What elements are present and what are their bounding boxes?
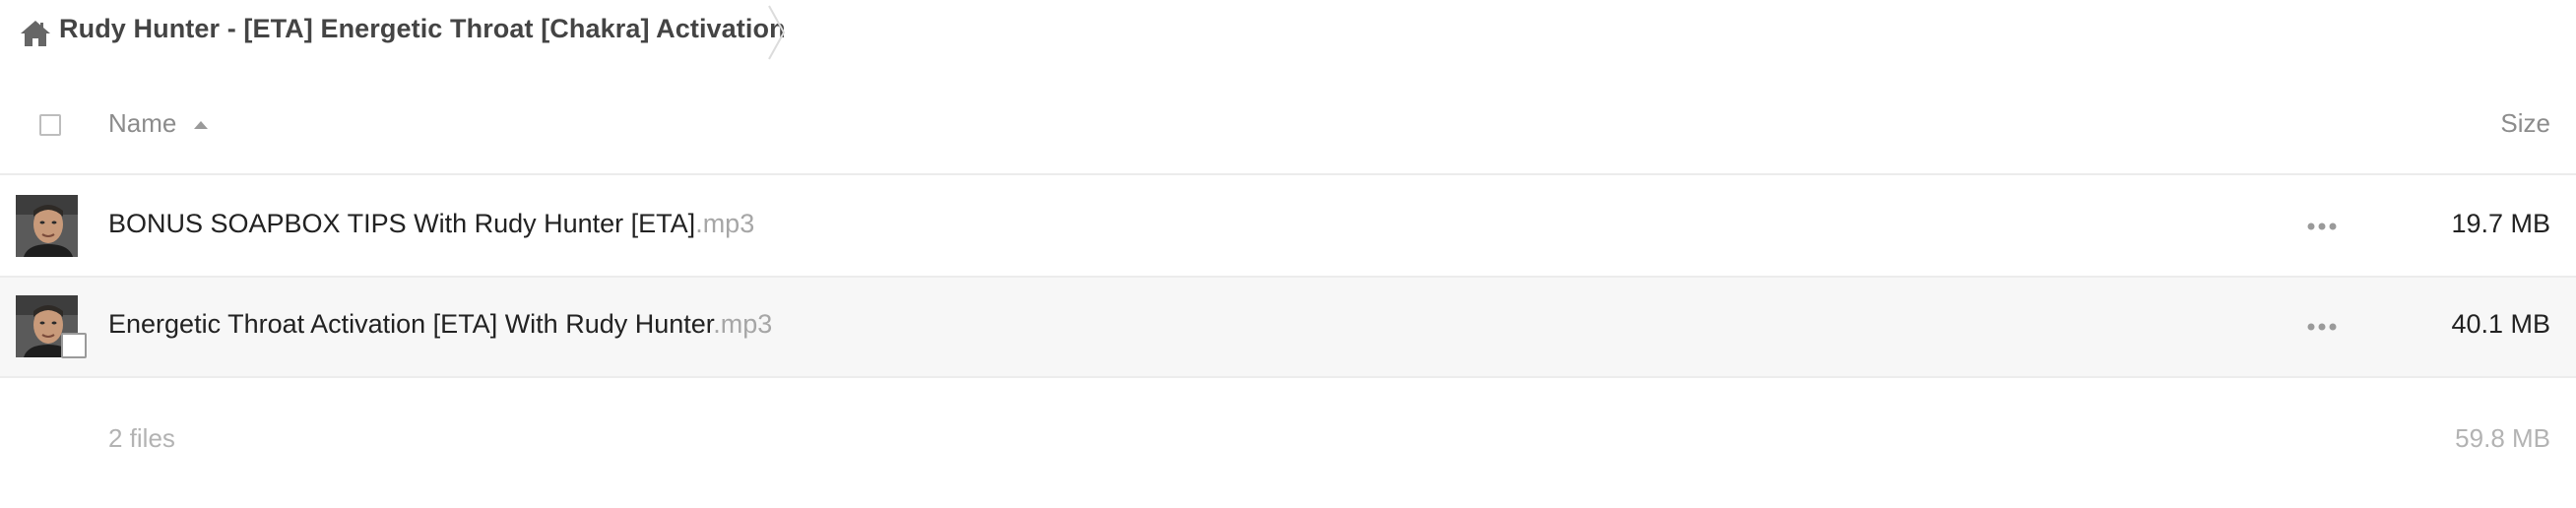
file-extension: .mp3 bbox=[695, 209, 755, 238]
file-name[interactable]: BONUS SOAPBOX TIPS With Rudy Hunter [ETA… bbox=[108, 209, 754, 239]
name-column-header[interactable]: Name bbox=[108, 108, 176, 139]
select-all-checkbox[interactable] bbox=[39, 114, 61, 136]
file-name[interactable]: Energetic Throat Activation [ETA] With R… bbox=[108, 309, 772, 340]
file-count-summary: 2 files bbox=[108, 423, 175, 453]
row-select-checkbox[interactable] bbox=[61, 333, 87, 358]
table-header: Name Size bbox=[0, 79, 2576, 175]
file-row[interactable]: Energetic Throat Activation [ETA] With R… bbox=[0, 278, 2576, 378]
size-column-header[interactable]: Size bbox=[2500, 108, 2550, 139]
breadcrumb-current-folder[interactable]: Rudy Hunter - [ETA] Energetic Throat [Ch… bbox=[59, 14, 786, 44]
more-options-icon[interactable] bbox=[2306, 221, 2338, 232]
sort-ascending-icon[interactable] bbox=[193, 120, 209, 130]
file-name-base: Energetic Throat Activation [ETA] With R… bbox=[108, 309, 714, 339]
file-size: 40.1 MB bbox=[2451, 309, 2550, 339]
file-size: 19.7 MB bbox=[2451, 209, 2550, 238]
total-size-summary: 59.8 MB bbox=[2455, 423, 2550, 453]
home-icon[interactable] bbox=[20, 20, 51, 47]
breadcrumb-separator-icon bbox=[768, 5, 786, 60]
files-page: Rudy Hunter - [ETA] Energetic Throat [Ch… bbox=[0, 0, 2576, 508]
file-extension: .mp3 bbox=[713, 309, 773, 339]
audio-thumbnail[interactable] bbox=[16, 195, 78, 257]
file-name-base: BONUS SOAPBOX TIPS With Rudy Hunter [ETA… bbox=[108, 209, 696, 238]
more-options-icon[interactable] bbox=[2306, 321, 2338, 333]
file-row[interactable]: BONUS SOAPBOX TIPS With Rudy Hunter [ETA… bbox=[0, 177, 2576, 278]
